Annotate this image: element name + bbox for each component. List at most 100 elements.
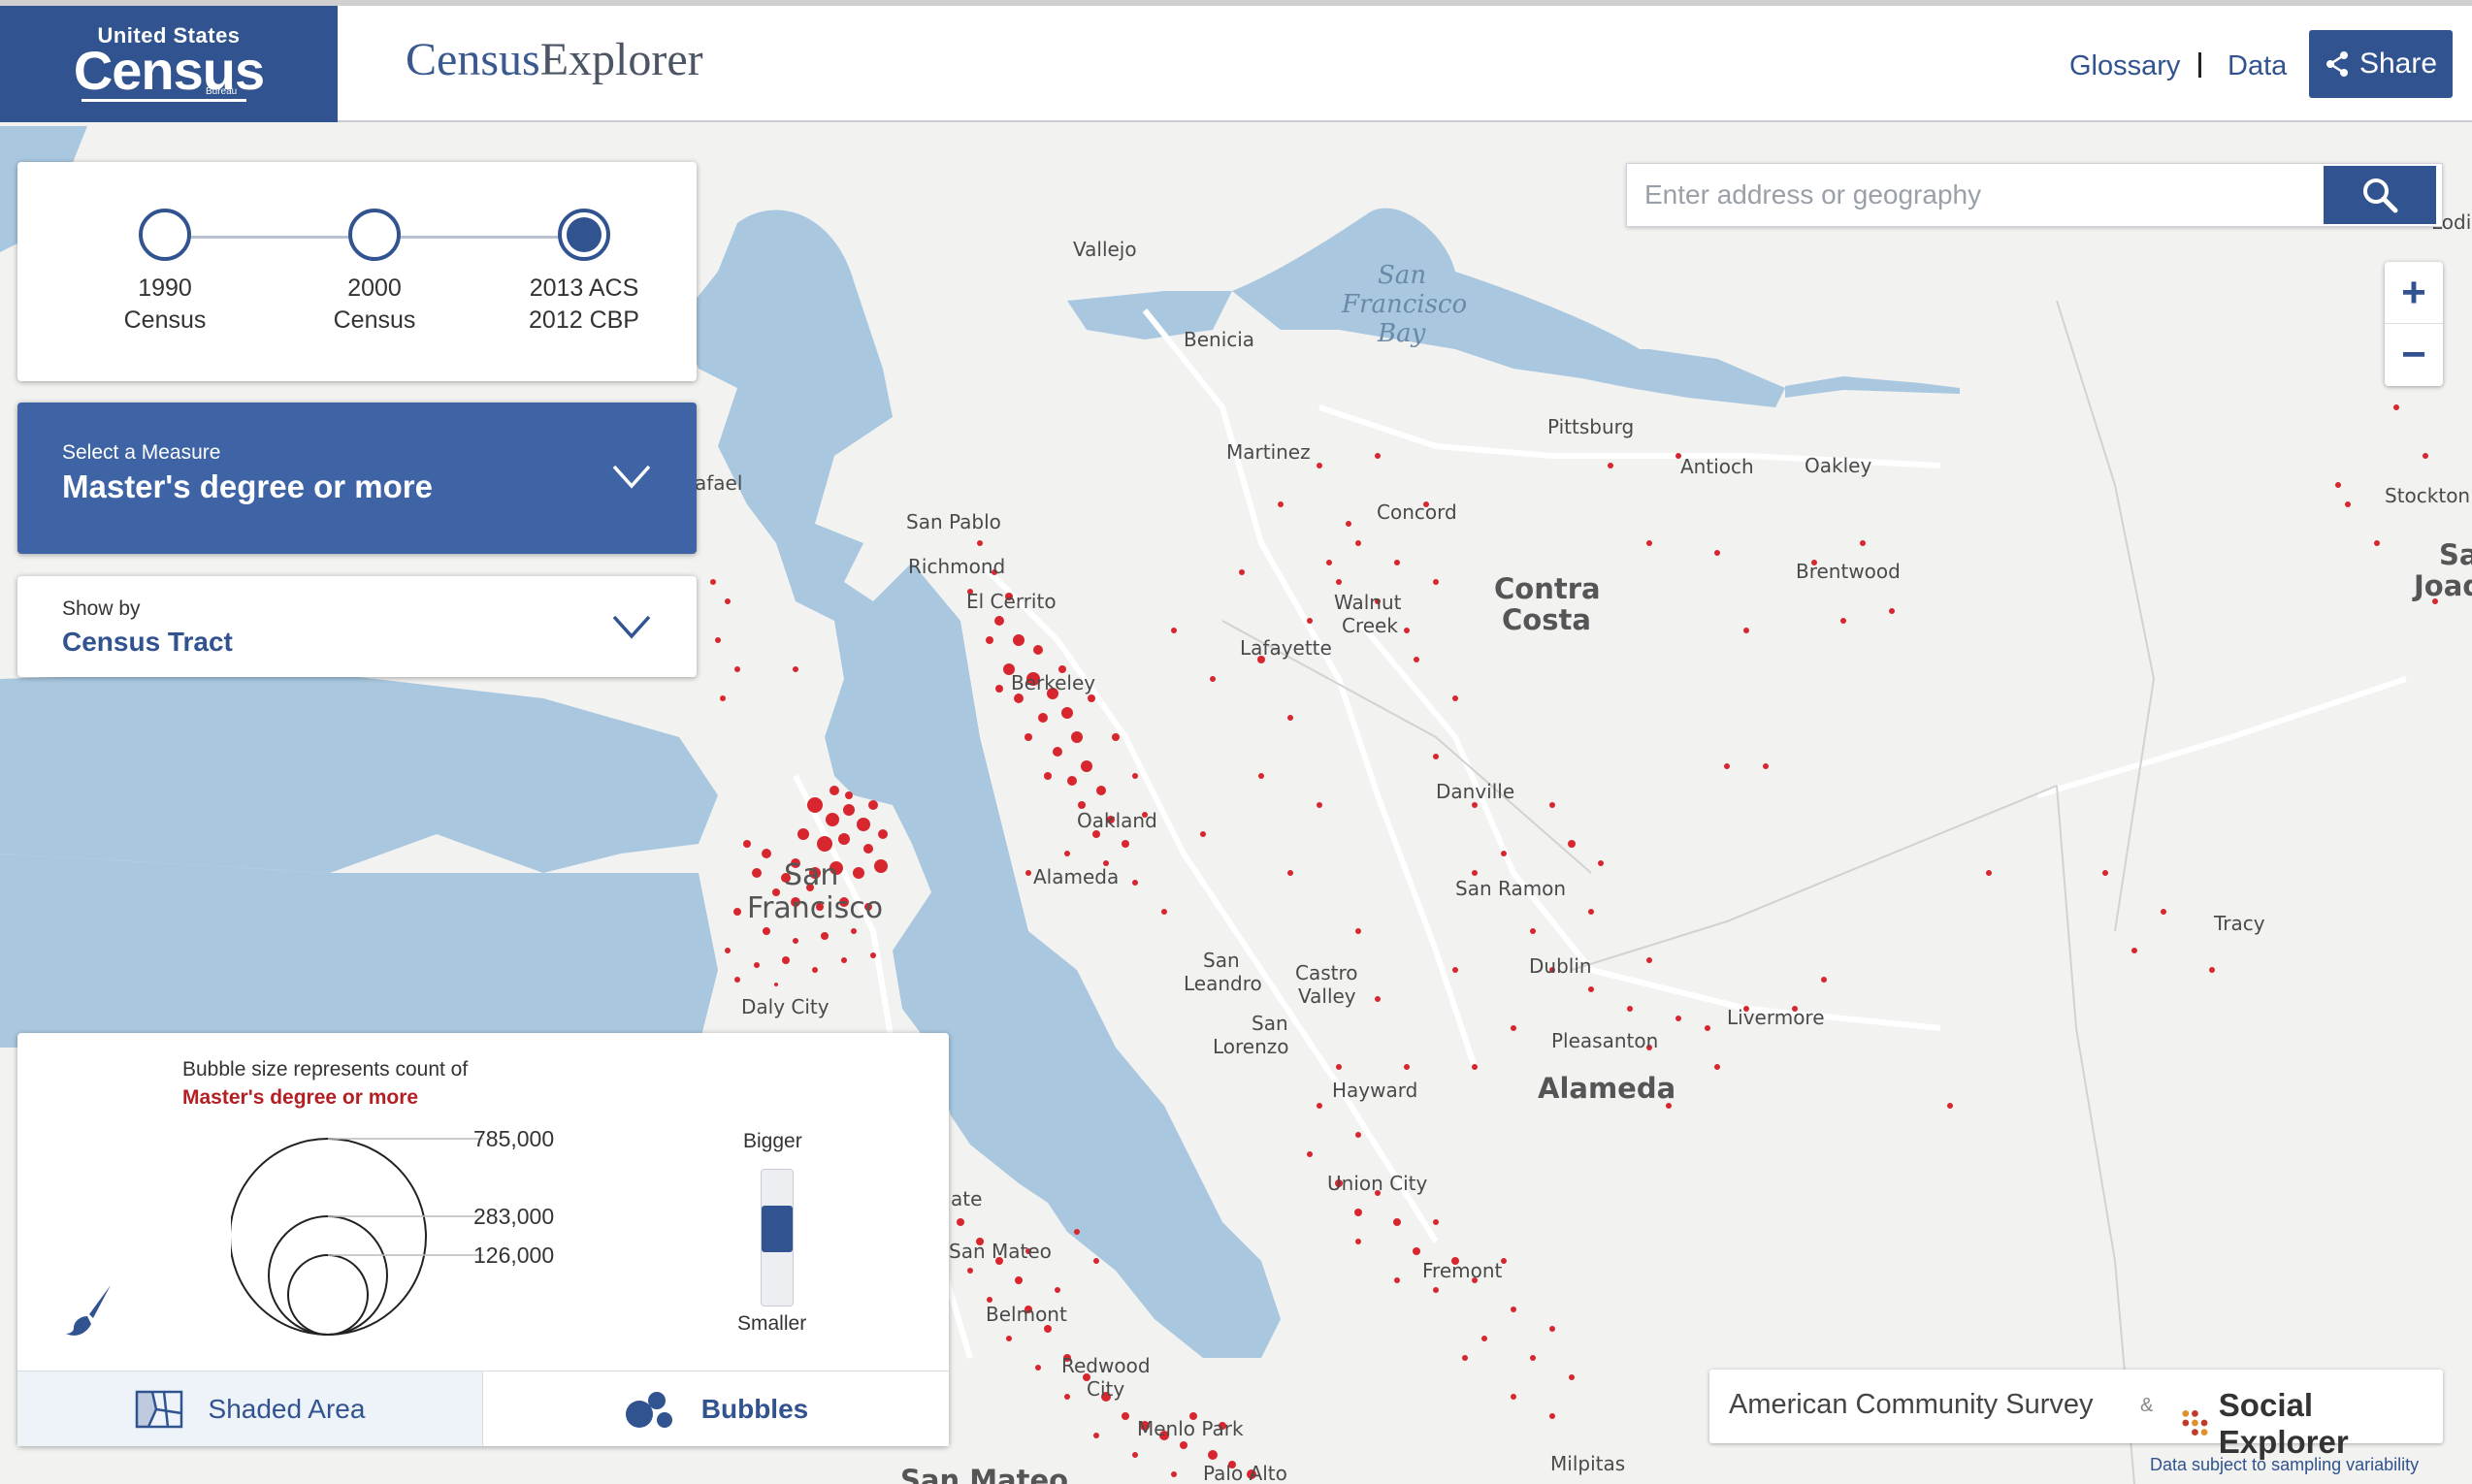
- label-benicia: Benicia: [1184, 328, 1254, 351]
- search-input[interactable]: [1627, 164, 2326, 226]
- bubbles-icon: [625, 1391, 672, 1428]
- label-redwood-1: Redwood: [1061, 1354, 1151, 1377]
- search-box: [1626, 163, 2443, 227]
- tab-bubbles-label: Bubbles: [700, 1393, 809, 1424]
- timeline-label: 2013 ACS 2012 CBP: [497, 273, 671, 337]
- label-daly-city: Daly City: [741, 995, 829, 1018]
- timeline-circle[interactable]: [139, 209, 191, 261]
- label-dublin: Dublin: [1529, 954, 1592, 978]
- sampling-note-link[interactable]: Data subject to sampling variability: [2150, 1455, 2419, 1475]
- label-redwood-2: City: [1087, 1377, 1124, 1401]
- header-bar: United States Census Bureau CensusExplor…: [0, 0, 2472, 122]
- label-palo-alto: Palo Alto: [1203, 1462, 1287, 1484]
- label-milpitas: Milpitas: [1550, 1452, 1625, 1475]
- timeline-circle-selected[interactable]: [558, 209, 610, 261]
- nav-glossary-link[interactable]: Glossary: [2069, 50, 2180, 82]
- zoom-out-button[interactable]: −: [2385, 324, 2443, 385]
- measure-value: Master's degree or more: [62, 468, 433, 504]
- size-slider-bigger-label: Bigger: [743, 1130, 802, 1152]
- label-bay-1: San: [1378, 261, 1426, 290]
- bubble-size-legend: [231, 1138, 483, 1336]
- nav-separator: [2198, 52, 2201, 78]
- legend-circle-large: [231, 1138, 427, 1336]
- label-sf-1: San: [784, 858, 838, 892]
- label-san-mateo-county: San Mateo: [900, 1464, 1068, 1484]
- label-san-lorenzo-2: Lorenzo: [1213, 1035, 1289, 1058]
- label-contra-2: Costa: [1502, 603, 1591, 636]
- tab-bubbles[interactable]: Bubbles: [483, 1371, 949, 1446]
- label-san-leandro-1: San: [1203, 949, 1240, 972]
- label-antioch: Antioch: [1680, 455, 1754, 478]
- logo-underline: [81, 99, 246, 102]
- bubble-size-slider-thumb[interactable]: [762, 1205, 793, 1252]
- label-martinez: Martinez: [1226, 440, 1311, 464]
- label-walnut-1: Walnut: [1334, 591, 1402, 614]
- social-explorer-label: Social Explorer: [2218, 1387, 2349, 1460]
- label-oakley: Oakley: [1805, 454, 1871, 477]
- app-title-census: Census: [406, 34, 540, 85]
- label-pleasanton: Pleasanton: [1551, 1029, 1658, 1052]
- timeline-panel: 1990 Census 2000 Census 2013 ACS 2012 CB…: [17, 162, 697, 381]
- chevron-down-icon[interactable]: [611, 463, 652, 490]
- timeline-label-line1: 2013 ACS: [529, 274, 639, 302]
- label-fremont: Fremont: [1422, 1259, 1503, 1282]
- label-hayward: Hayward: [1332, 1079, 1417, 1102]
- social-explorer-attribution[interactable]: Social Explorer: [2181, 1387, 2443, 1461]
- nav-data-link[interactable]: Data: [2228, 50, 2287, 82]
- label-berkeley: Berkeley: [1011, 671, 1095, 694]
- app-title-explorer: Explorer: [539, 34, 703, 85]
- label-stockton: Stockton: [2385, 484, 2470, 507]
- label-bay-2: Francisco: [1341, 290, 1467, 319]
- legend-panel: Bubble size represents count of Master's…: [17, 1033, 949, 1446]
- social-explorer-logo-icon: [2182, 1410, 2208, 1436]
- label-menlo-park: Menlo Park: [1137, 1417, 1244, 1440]
- timeline-option-1990[interactable]: 1990 Census: [78, 209, 252, 337]
- search-button[interactable]: [2324, 166, 2436, 224]
- zoom-control: + −: [2385, 262, 2443, 386]
- timeline-label-line2: Census: [333, 306, 416, 334]
- label-san-ramon: San Ramon: [1455, 877, 1566, 900]
- label-livermore: Livermore: [1727, 1006, 1825, 1029]
- label-danville: Danville: [1436, 780, 1514, 803]
- label-castro-1: Castro: [1295, 961, 1358, 984]
- legend-title: Bubble size represents count of: [182, 1058, 469, 1081]
- census-logo[interactable]: United States Census Bureau: [0, 6, 338, 122]
- label-castro-2: Valley: [1298, 984, 1356, 1008]
- timeline-label: 1990 Census: [78, 273, 252, 337]
- zoom-in-button[interactable]: +: [2385, 262, 2443, 324]
- timeline-label-line1: 1990: [138, 274, 192, 302]
- label-tracy: Tracy: [2213, 912, 2265, 935]
- label-san-pablo: San Pablo: [906, 510, 1001, 533]
- label-san-leandro-2: Leandro: [1184, 972, 1262, 995]
- attribution-box: American Community Survey & Social Explo…: [1709, 1370, 2443, 1460]
- label-concord: Concord: [1377, 500, 1457, 524]
- legend-circle-medium: [268, 1215, 388, 1336]
- label-san-joaq-2: Joaq: [2412, 569, 2472, 602]
- show-by-dropdown[interactable]: Show by Census Tract: [17, 576, 697, 677]
- share-label: Share: [2358, 48, 2438, 80]
- logo-main-text: Census: [73, 40, 265, 101]
- label-bay-3: Bay: [1377, 319, 1426, 348]
- attribution-ampersand: &: [2140, 1395, 2154, 1416]
- legend-value-large: 785,000: [473, 1126, 555, 1151]
- show-by-value: Census Tract: [62, 627, 233, 657]
- label-ate: ate: [951, 1187, 982, 1210]
- measure-dropdown[interactable]: Select a Measure Master's degree or more: [17, 403, 697, 554]
- timeline-option-2000[interactable]: 2000 Census: [287, 209, 462, 337]
- bubble-size-slider[interactable]: [761, 1169, 794, 1307]
- share-icon: [2326, 51, 2348, 77]
- label-san-joaq-1: Sa: [2439, 538, 2472, 571]
- label-san-mateo: San Mateo: [949, 1240, 1052, 1263]
- timeline-circle[interactable]: [348, 209, 401, 261]
- paintbrush-icon[interactable]: [60, 1281, 118, 1339]
- label-pittsburg: Pittsburg: [1547, 415, 1634, 438]
- share-button[interactable]: Share: [2309, 30, 2453, 98]
- label-sf-2: Francisco: [747, 891, 883, 925]
- chevron-down-icon[interactable]: [611, 613, 652, 640]
- app-title: CensusExplorer: [406, 33, 703, 86]
- label-san-lorenzo-1: San: [1252, 1012, 1288, 1035]
- timeline-option-2013-acs[interactable]: 2013 ACS 2012 CBP: [497, 209, 671, 337]
- tab-shaded-area[interactable]: Shaded Area: [17, 1371, 483, 1446]
- label-union-city: Union City: [1327, 1172, 1428, 1195]
- legend-value-small: 126,000: [473, 1242, 555, 1268]
